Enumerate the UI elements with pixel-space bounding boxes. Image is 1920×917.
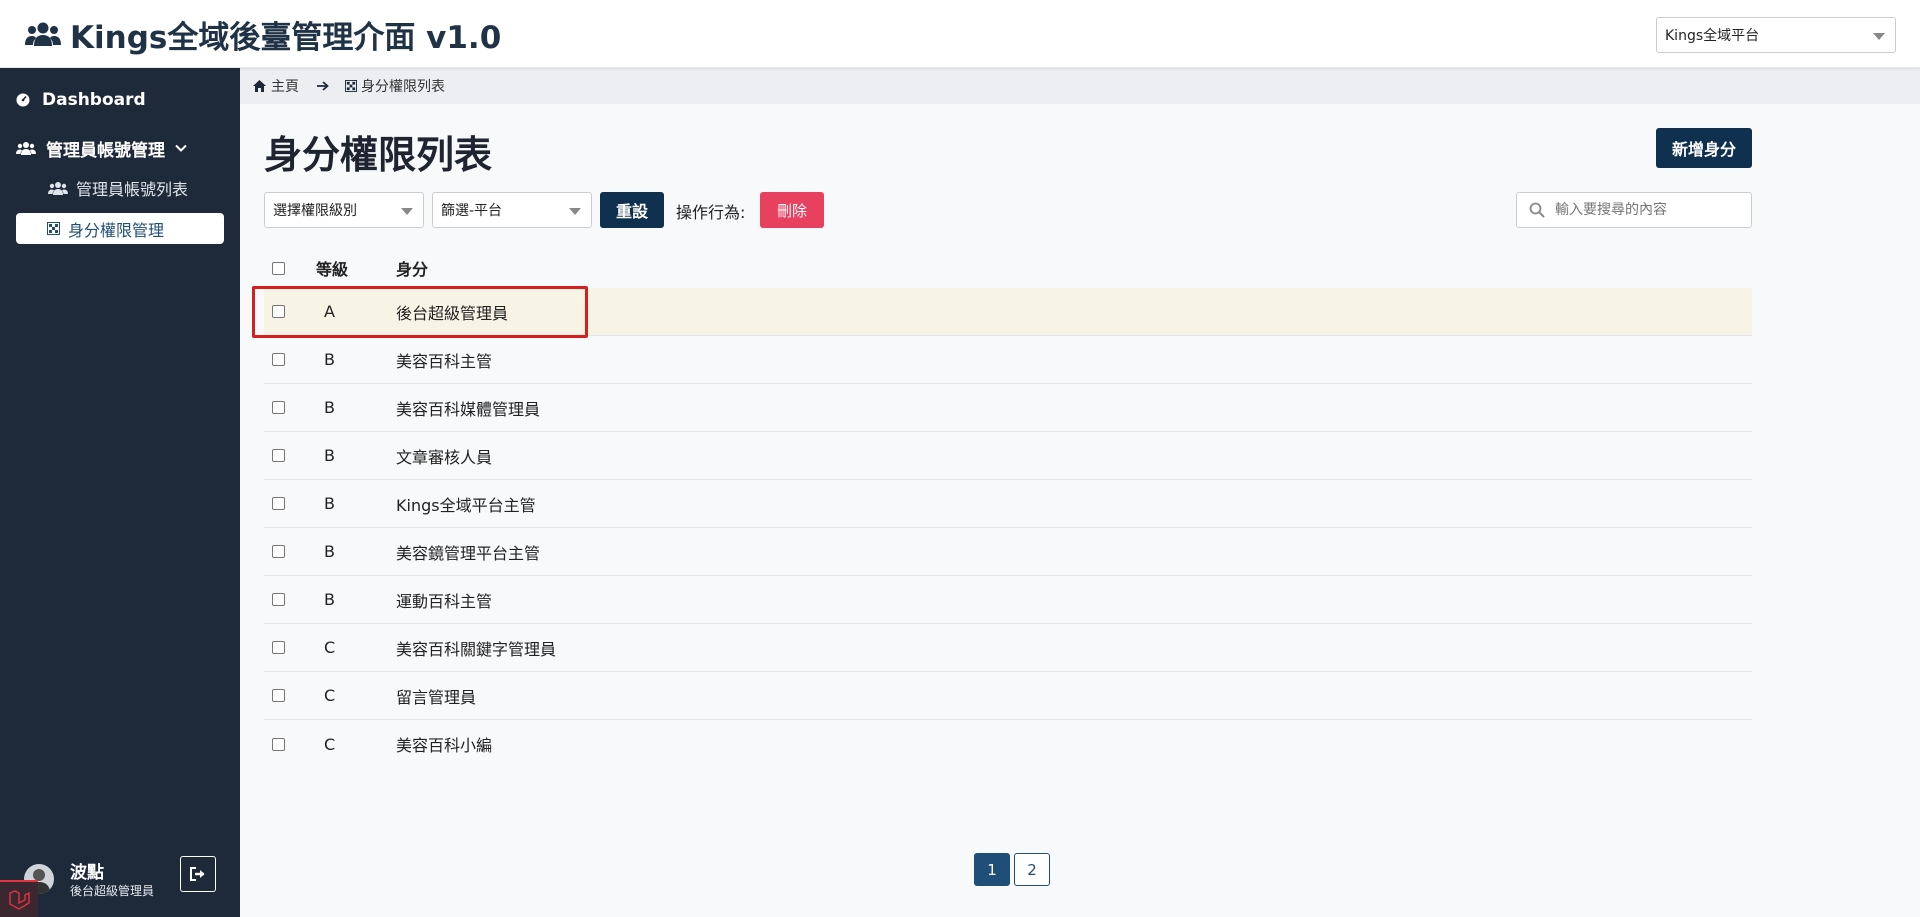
row-level: B bbox=[324, 446, 335, 465]
search-input[interactable] bbox=[1555, 202, 1735, 218]
row-level: B bbox=[324, 542, 335, 561]
column-header-role: 身分 bbox=[396, 260, 429, 279]
row-checkbox[interactable] bbox=[272, 305, 285, 318]
row-checkbox[interactable] bbox=[272, 545, 285, 558]
level-filter-value: 選擇權限級別 bbox=[273, 203, 357, 219]
app-title: Kings全域後臺管理介面 v1.0 bbox=[24, 14, 502, 56]
users-icon bbox=[25, 22, 61, 46]
page-button-2[interactable]: 2 bbox=[1014, 853, 1050, 886]
table-row[interactable]: B 運動百科主管 bbox=[264, 576, 1752, 624]
platform-select-value: Kings全域平台 bbox=[1665, 28, 1760, 44]
table-row[interactable]: B Kings全域平台主管 bbox=[264, 480, 1752, 528]
select-all-checkbox[interactable] bbox=[272, 261, 285, 275]
row-checkbox[interactable] bbox=[272, 593, 285, 606]
user-role: 後台超級管理員 bbox=[70, 884, 155, 898]
pagination: 1 2 bbox=[974, 853, 1050, 886]
row-checkbox[interactable] bbox=[272, 497, 285, 510]
table-row[interactable]: B 美容百科媒體管理員 bbox=[264, 384, 1752, 432]
breadcrumb-home-label: 主頁 bbox=[271, 79, 299, 95]
row-level: B bbox=[324, 350, 335, 369]
sidebar-item-role-management[interactable]: 身分權限管理 bbox=[16, 213, 224, 244]
table-row[interactable]: B 文章審核人員 bbox=[264, 432, 1752, 480]
row-level: C bbox=[324, 686, 336, 705]
action-label: 操作行為: bbox=[676, 203, 746, 222]
platform-filter-value: 篩選-平台 bbox=[441, 203, 503, 219]
row-role: 美容鏡管理平台主管 bbox=[396, 543, 541, 563]
arrow-right-icon bbox=[317, 81, 329, 91]
row-role: 美容百科小編 bbox=[396, 736, 493, 755]
checkerboard-icon bbox=[345, 80, 357, 92]
row-level: B bbox=[324, 590, 335, 609]
row-role: 美容百科媒體管理員 bbox=[396, 399, 541, 419]
row-level: B bbox=[324, 398, 335, 417]
column-header-level: 等級 bbox=[316, 260, 349, 279]
chevron-down-icon bbox=[569, 208, 581, 215]
table-header: 等級 身分 bbox=[264, 248, 1752, 288]
chevron-down-icon bbox=[1873, 33, 1885, 40]
home-icon bbox=[253, 80, 266, 92]
delete-button[interactable]: 刪除 bbox=[760, 192, 824, 228]
sidebar-item-label: 管理員帳號管理 bbox=[46, 140, 165, 161]
users-icon bbox=[48, 182, 68, 195]
row-role: 運動百科主管 bbox=[396, 591, 493, 611]
chevron-down-icon bbox=[401, 208, 413, 215]
gauge-icon bbox=[16, 93, 30, 107]
app-title-text: Kings全域後臺管理介面 v1.0 bbox=[70, 19, 502, 56]
checkerboard-icon bbox=[47, 222, 60, 235]
platform-filter-select[interactable]: 篩選-平台 bbox=[432, 192, 592, 228]
platform-select[interactable]: Kings全域平台 bbox=[1656, 17, 1896, 53]
search-icon bbox=[1529, 202, 1545, 218]
table-row[interactable]: C 美容百科小編 bbox=[264, 720, 1752, 768]
user-profile: 波點 後台超級管理員 bbox=[24, 856, 224, 902]
logout-button[interactable] bbox=[180, 856, 216, 892]
row-role: 留言管理員 bbox=[396, 687, 477, 707]
row-level: C bbox=[324, 734, 336, 754]
row-role: Kings全域平台主管 bbox=[396, 495, 536, 515]
sidebar-item-dashboard[interactable]: Dashboard bbox=[16, 88, 146, 112]
sidebar-item-admin-list[interactable]: 管理員帳號列表 bbox=[48, 176, 188, 200]
page-title: 身分權限列表 bbox=[264, 133, 493, 177]
row-checkbox[interactable] bbox=[272, 737, 285, 751]
row-level: C bbox=[324, 638, 336, 657]
row-checkbox[interactable] bbox=[272, 449, 285, 462]
level-filter-select[interactable]: 選擇權限級別 bbox=[264, 192, 424, 228]
sidebar-item-label: 管理員帳號列表 bbox=[76, 180, 189, 199]
sidebar-item-admin-group[interactable]: 管理員帳號管理 bbox=[16, 136, 197, 161]
breadcrumb-home[interactable]: 主頁 bbox=[252, 76, 299, 96]
table-row[interactable]: C 美容百科關鍵字管理員 bbox=[264, 624, 1752, 672]
chevron-down-icon bbox=[175, 144, 187, 152]
search-field[interactable] bbox=[1516, 192, 1752, 228]
laravel-logo-icon bbox=[9, 889, 30, 910]
breadcrumb-current: 身分權限列表 bbox=[345, 76, 445, 96]
table-row[interactable]: C 留言管理員 bbox=[264, 672, 1752, 720]
top-header: Kings全域後臺管理介面 v1.0 Kings全域平台 bbox=[0, 0, 1920, 68]
table-row[interactable]: B 美容百科主管 bbox=[264, 336, 1752, 384]
row-level: B bbox=[324, 494, 335, 513]
users-icon bbox=[16, 142, 36, 155]
reset-button[interactable]: 重設 bbox=[600, 192, 664, 228]
table-row[interactable]: A 後台超級管理員 bbox=[252, 286, 1752, 338]
sidebar: Dashboard 管理員帳號管理 管理員帳號列表 身分權限管理 波點 後台超級… bbox=[0, 68, 240, 917]
row-checkbox[interactable] bbox=[272, 641, 285, 654]
sidebar-item-label: Dashboard bbox=[42, 90, 146, 110]
row-role: 美容百科主管 bbox=[396, 351, 493, 371]
row-level: A bbox=[324, 302, 335, 321]
user-name: 波點 bbox=[70, 863, 104, 883]
breadcrumb: 主頁 身分權限列表 bbox=[240, 68, 1920, 104]
table-row[interactable]: B 美容鏡管理平台主管 bbox=[264, 528, 1752, 576]
role-table: 等級 身分 A 後台超級管理員 B 美容百科主管 B 美容百科媒體管理員 B 文… bbox=[252, 248, 1752, 768]
breadcrumb-current-label: 身分權限列表 bbox=[361, 79, 445, 95]
laravel-debug-icon[interactable] bbox=[0, 880, 38, 917]
page-button-1[interactable]: 1 bbox=[974, 853, 1010, 886]
row-role: 美容百科關鍵字管理員 bbox=[396, 639, 557, 659]
row-role: 文章審核人員 bbox=[396, 447, 493, 467]
logout-icon bbox=[190, 867, 205, 881]
sidebar-item-label: 身分權限管理 bbox=[68, 220, 165, 240]
row-role: 後台超級管理員 bbox=[396, 303, 509, 323]
row-checkbox[interactable] bbox=[272, 401, 285, 414]
row-checkbox[interactable] bbox=[272, 353, 285, 366]
row-checkbox[interactable] bbox=[272, 689, 285, 702]
add-role-button[interactable]: 新增身分 bbox=[1656, 128, 1752, 168]
